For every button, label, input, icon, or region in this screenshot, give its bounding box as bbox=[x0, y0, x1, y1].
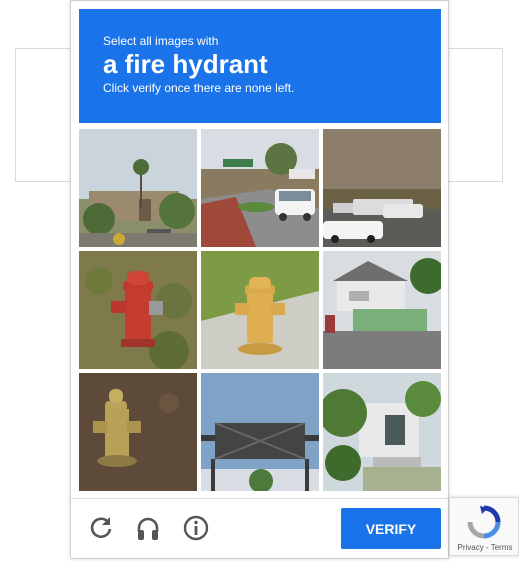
image-tile-1[interactable] bbox=[79, 129, 197, 247]
tile-image bbox=[323, 129, 441, 247]
image-tile-3[interactable] bbox=[323, 129, 441, 247]
tile-image bbox=[79, 129, 197, 247]
image-tile-5[interactable] bbox=[201, 251, 319, 369]
image-grid bbox=[79, 129, 441, 491]
tile-image bbox=[79, 373, 197, 491]
headphones-icon[interactable] bbox=[134, 514, 162, 542]
tile-image bbox=[201, 373, 319, 491]
footer-divider bbox=[71, 498, 448, 499]
tile-image bbox=[79, 251, 197, 369]
captcha-dialog: Select all images with a fire hydrant Cl… bbox=[70, 0, 449, 559]
tile-image bbox=[323, 373, 441, 491]
recaptcha-logo-icon bbox=[467, 505, 501, 539]
reload-icon[interactable] bbox=[87, 514, 115, 542]
privacy-terms-link[interactable]: Privacy - Terms bbox=[450, 543, 519, 552]
image-tile-6[interactable] bbox=[323, 251, 441, 369]
image-tile-9[interactable] bbox=[323, 373, 441, 491]
prompt-target-text: a fire hydrant bbox=[103, 49, 268, 79]
image-tile-2[interactable] bbox=[201, 129, 319, 247]
tile-image bbox=[201, 251, 319, 369]
prompt-instruction-text: Click verify once there are none left. bbox=[103, 81, 295, 95]
recaptcha-badge[interactable]: Privacy - Terms bbox=[449, 497, 519, 556]
image-tile-8[interactable] bbox=[201, 373, 319, 491]
image-tile-7[interactable] bbox=[79, 373, 197, 491]
image-tile-4[interactable] bbox=[79, 251, 197, 369]
tile-image bbox=[323, 251, 441, 369]
info-icon[interactable] bbox=[182, 514, 210, 542]
challenge-header: Select all images with a fire hydrant Cl… bbox=[79, 9, 441, 123]
verify-button[interactable]: VERIFY bbox=[341, 508, 441, 549]
tile-image bbox=[201, 129, 319, 247]
prompt-small-text: Select all images with bbox=[103, 34, 219, 48]
